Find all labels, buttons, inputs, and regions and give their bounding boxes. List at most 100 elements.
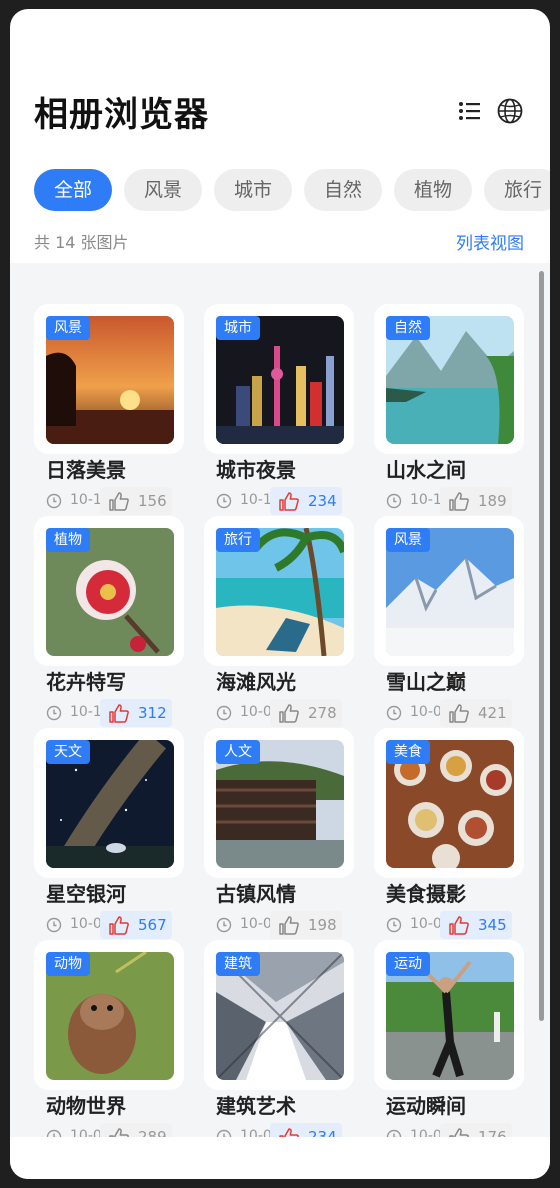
photo-meta: 10-0 278: [204, 699, 354, 729]
list-view-toggle[interactable]: 列表视图: [456, 229, 524, 254]
tab-plants[interactable]: 植物: [394, 169, 472, 211]
photo-thumbnail[interactable]: 风景: [374, 516, 524, 666]
clock-icon: [386, 705, 402, 721]
like-button[interactable]: 421: [440, 699, 512, 727]
photo-date: 10-0: [410, 704, 440, 720]
thumbs-up-icon: [449, 704, 469, 723]
photo-thumbnail[interactable]: 天文: [34, 728, 184, 878]
like-count: 278: [308, 704, 337, 722]
like-button[interactable]: 198: [270, 911, 342, 939]
clock-icon: [46, 917, 62, 933]
photo-title: 日落美景: [46, 458, 126, 482]
thumbs-up-icon: [279, 704, 299, 723]
like-count: 567: [138, 916, 167, 934]
globe-icon[interactable]: [496, 97, 524, 125]
photo-date: 10-0: [240, 704, 270, 720]
photo-date: 10-1: [410, 492, 440, 508]
like-count: 421: [478, 704, 507, 722]
thumbs-up-icon: [279, 916, 299, 935]
photo-meta: 10-1 189: [374, 487, 524, 517]
thumbs-up-icon: [109, 492, 129, 511]
photo-card[interactable]: 动物 动物世界 10-0 289: [34, 940, 184, 1137]
like-button[interactable]: 156: [100, 487, 172, 515]
photo-title: 山水之间: [386, 458, 466, 482]
like-button[interactable]: 312: [100, 699, 172, 727]
photo-card[interactable]: 建筑 建筑艺术 10-0 234: [204, 940, 354, 1137]
like-button[interactable]: 234: [270, 487, 342, 515]
thumbs-up-icon: [109, 916, 129, 935]
photo-title: 美食摄影: [386, 882, 466, 906]
photo-meta: 10-0 176: [374, 1123, 524, 1137]
photo-card[interactable]: 天文 星空银河 10-0 567: [34, 728, 184, 939]
tab-all[interactable]: 全部: [34, 169, 112, 211]
photo-meta: 10-0 567: [34, 911, 184, 941]
photo-card[interactable]: 人文 古镇风情 10-0 198: [204, 728, 354, 939]
tab-city[interactable]: 城市: [214, 169, 292, 211]
photo-grid: 风景 日落美景 10-1 156 城市 城市夜景 10-1 234 自然 山水之…: [10, 263, 550, 1137]
photo-thumbnail[interactable]: 风景: [34, 304, 184, 454]
photo-thumbnail[interactable]: 人文: [204, 728, 354, 878]
photo-meta: 10-0 198: [204, 911, 354, 941]
clock-icon: [386, 917, 402, 933]
photo-card[interactable]: 美食 美食摄影 10-0 345: [374, 728, 524, 939]
photo-card[interactable]: 植物 花卉特写 10-1 312: [34, 516, 184, 727]
photo-date: 10-1: [240, 492, 270, 508]
photo-thumbnail[interactable]: 运动: [374, 940, 524, 1090]
like-button[interactable]: 176: [440, 1123, 512, 1137]
like-button[interactable]: 189: [440, 487, 512, 515]
photo-card[interactable]: 运动 运动瞬间 10-0 176: [374, 940, 524, 1137]
like-count: 176: [478, 1128, 507, 1137]
category-tag: 植物: [46, 528, 90, 552]
clock-icon: [216, 1129, 232, 1137]
photo-card[interactable]: 旅行 海滩风光 10-0 278: [204, 516, 354, 727]
thumbs-up-icon: [449, 492, 469, 511]
thumbs-up-icon: [279, 492, 299, 511]
thumbs-up-icon: [109, 1128, 129, 1137]
bottom-bar: [10, 1137, 550, 1179]
like-button[interactable]: 567: [100, 911, 172, 939]
photo-meta: 10-0 289: [34, 1123, 184, 1137]
category-tag: 美食: [386, 740, 430, 764]
category-tag: 动物: [46, 952, 90, 976]
photo-date: 10-0: [70, 1128, 100, 1137]
photo-date: 10-0: [410, 1128, 440, 1137]
photo-date: 10-0: [410, 916, 440, 932]
scrollbar[interactable]: [539, 271, 544, 1021]
photo-thumbnail[interactable]: 自然: [374, 304, 524, 454]
photo-date: 10-1: [70, 492, 100, 508]
photo-title: 城市夜景: [216, 458, 296, 482]
photo-thumbnail[interactable]: 美食: [374, 728, 524, 878]
like-button[interactable]: 278: [270, 699, 342, 727]
like-count: 312: [138, 704, 167, 722]
like-button[interactable]: 345: [440, 911, 512, 939]
photo-date: 10-0: [70, 916, 100, 932]
thumbs-up-icon: [449, 916, 469, 935]
list-icon[interactable]: [456, 97, 484, 125]
like-button[interactable]: 234: [270, 1123, 342, 1137]
photo-title: 雪山之巅: [386, 670, 466, 694]
tab-nature[interactable]: 自然: [304, 169, 382, 211]
photo-card[interactable]: 城市 城市夜景 10-1 234: [204, 304, 354, 515]
like-count: 234: [308, 492, 337, 510]
tab-scenery[interactable]: 风景: [124, 169, 202, 211]
like-count: 198: [308, 916, 337, 934]
like-count: 234: [308, 1128, 337, 1137]
photo-thumbnail[interactable]: 植物: [34, 516, 184, 666]
photo-thumbnail[interactable]: 建筑: [204, 940, 354, 1090]
photo-thumbnail[interactable]: 动物: [34, 940, 184, 1090]
photo-thumbnail[interactable]: 旅行: [204, 516, 354, 666]
photo-meta: 10-0 345: [374, 911, 524, 941]
photo-card[interactable]: 风景 雪山之巅 10-0 421: [374, 516, 524, 727]
like-button[interactable]: 289: [100, 1123, 172, 1137]
tab-travel[interactable]: 旅行: [484, 169, 550, 211]
photo-meta: 10-0 234: [204, 1123, 354, 1137]
clock-icon: [216, 493, 232, 509]
photo-title: 运动瞬间: [386, 1094, 466, 1118]
category-tag: 建筑: [216, 952, 260, 976]
photo-card[interactable]: 自然 山水之间 10-1 189: [374, 304, 524, 515]
thumbs-up-icon: [109, 704, 129, 723]
photo-count: 共 14 张图片: [34, 233, 129, 252]
photo-card[interactable]: 风景 日落美景 10-1 156: [34, 304, 184, 515]
photo-thumbnail[interactable]: 城市: [204, 304, 354, 454]
clock-icon: [46, 493, 62, 509]
